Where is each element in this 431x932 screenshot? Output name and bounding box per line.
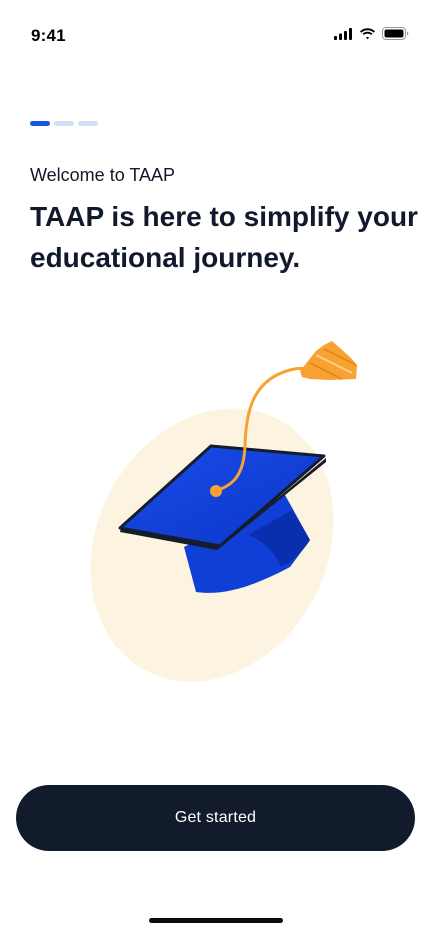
graduation-cap-illustration: [90, 341, 357, 682]
cellular-signal-icon: [334, 27, 352, 40]
pager-dot-3[interactable]: [78, 121, 98, 126]
status-time: 9:41: [31, 26, 66, 45]
get-started-button[interactable]: Get started: [16, 785, 415, 851]
onboarding-headline: TAAP is here to simplify your educationa…: [30, 201, 418, 273]
pager-dot-2[interactable]: [54, 121, 74, 126]
status-icons: [334, 27, 409, 40]
home-indicator[interactable]: [149, 918, 283, 923]
onboarding-pager: [30, 121, 98, 126]
welcome-text: Welcome to TAAP: [30, 165, 176, 185]
battery-icon: [382, 27, 409, 40]
pager-dot-1[interactable]: [30, 121, 50, 126]
wifi-icon: [360, 27, 375, 39]
status-bar: 9:41: [0, 0, 431, 70]
